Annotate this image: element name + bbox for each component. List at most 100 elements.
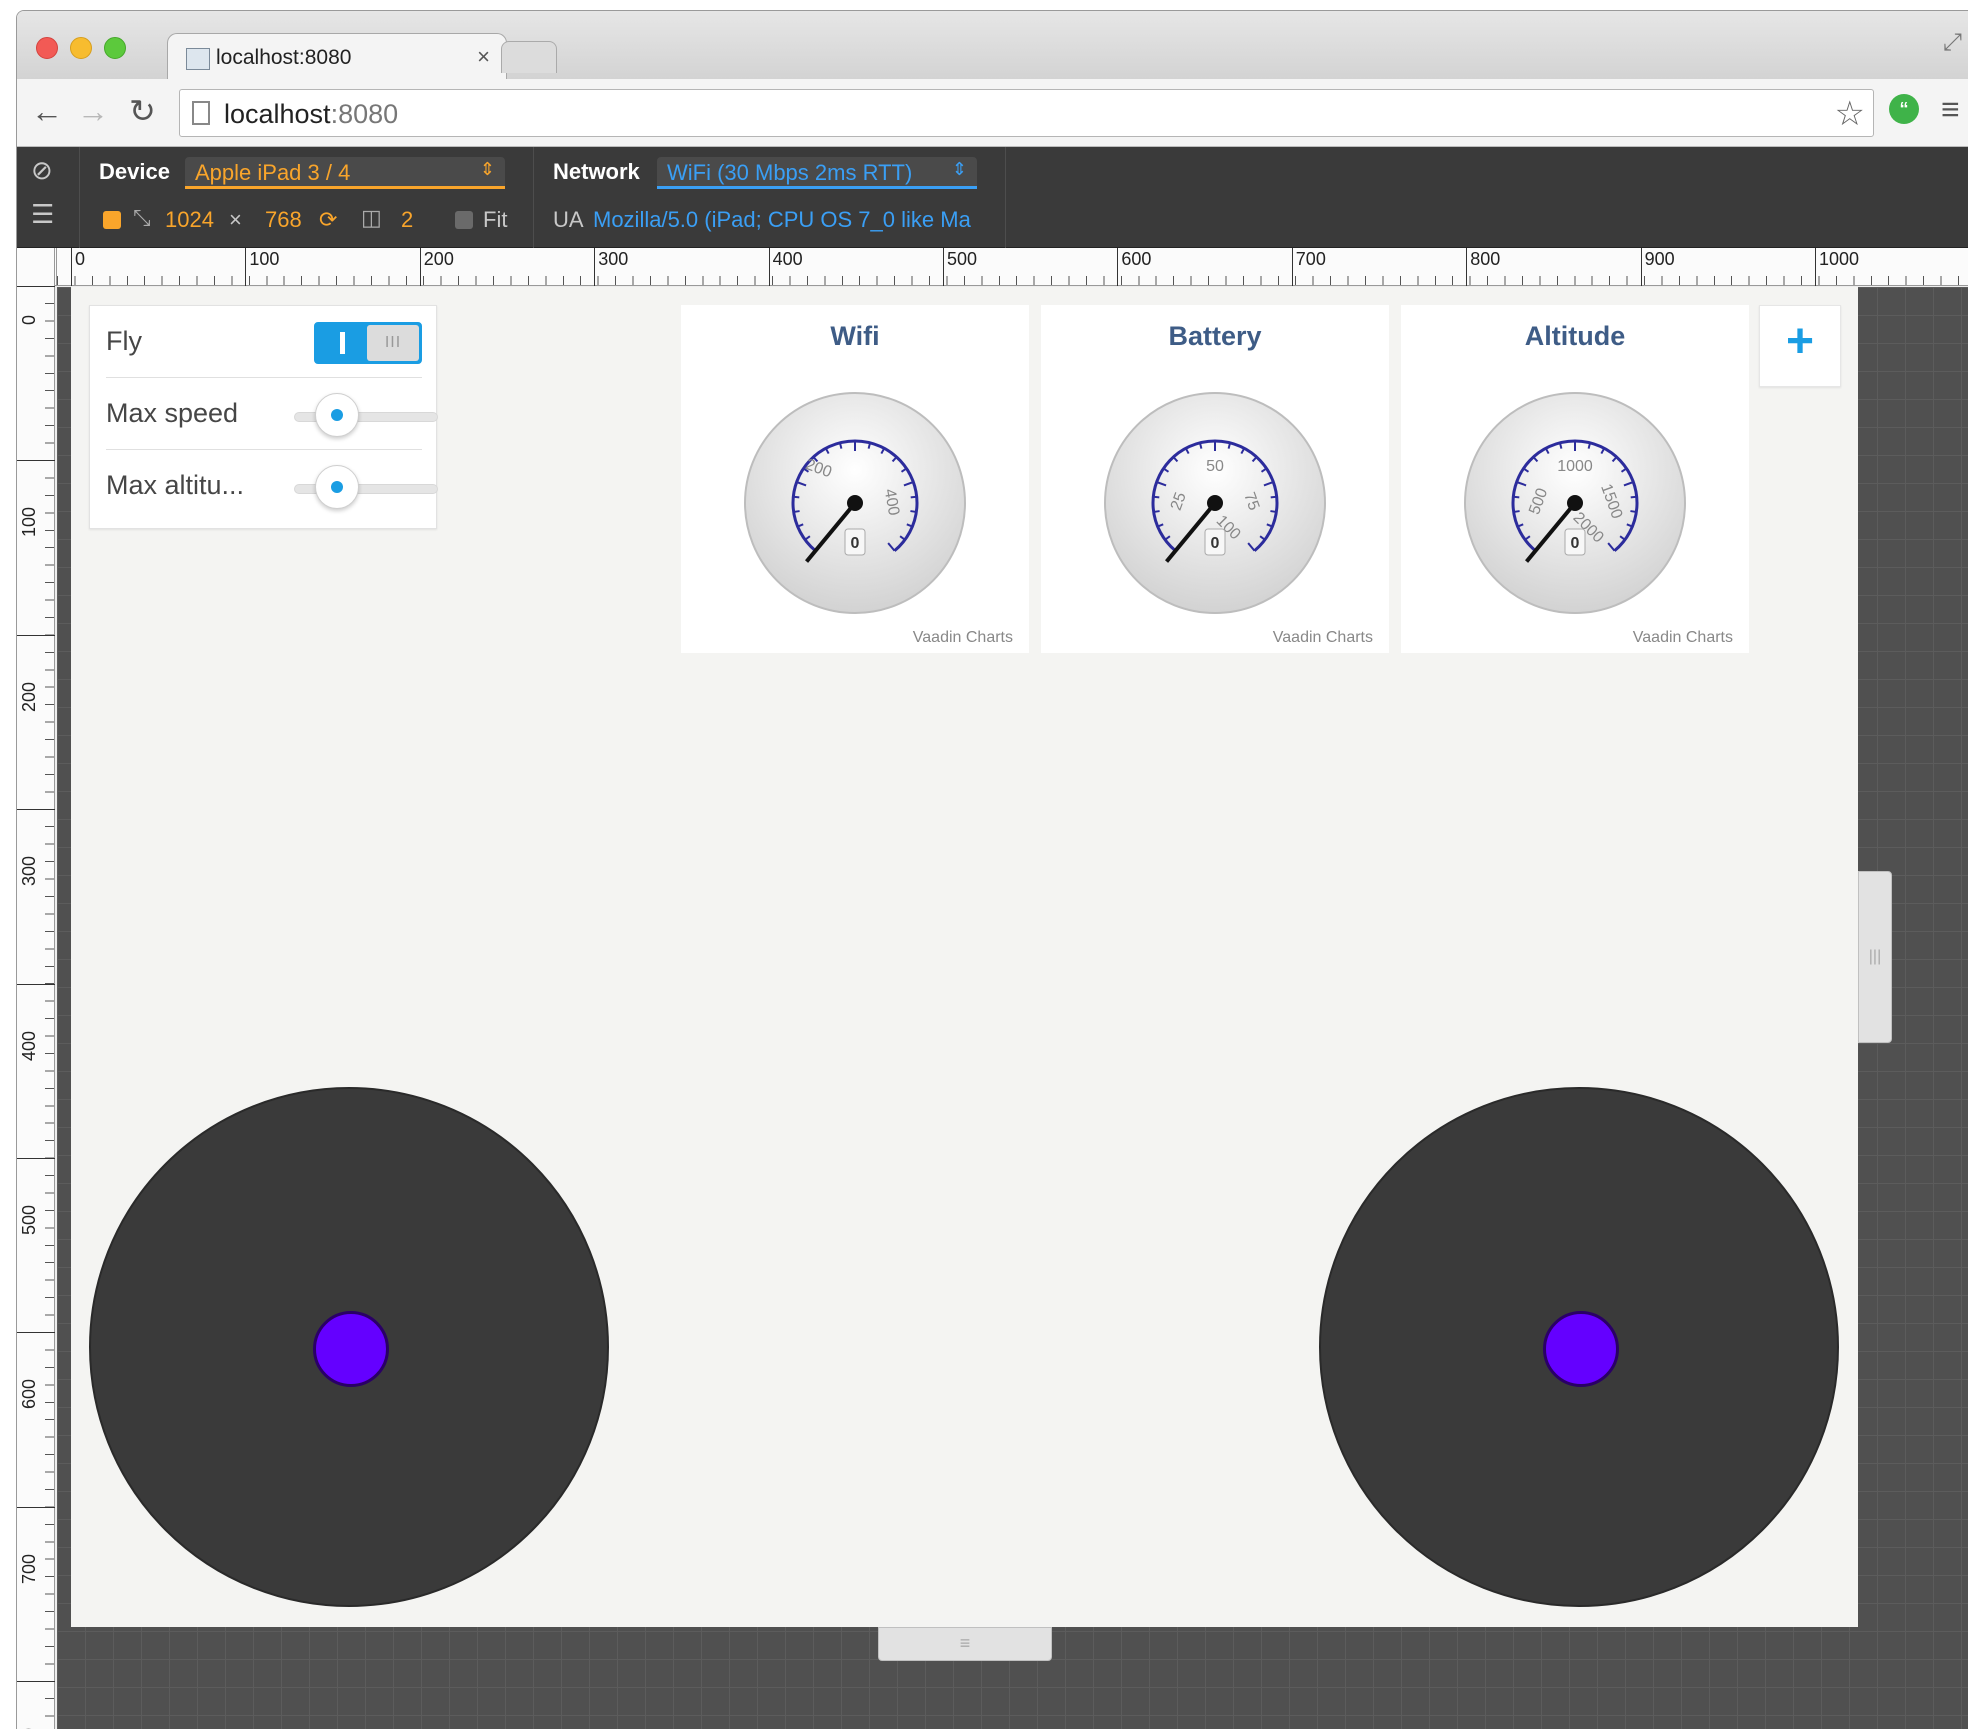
- address-bar[interactable]: localhost:8080 ☆: [179, 89, 1874, 137]
- max-altitude-row: Max altitu...: [106, 450, 438, 522]
- ruler-y-mark: 600: [17, 1332, 55, 1409]
- right-joystick[interactable]: [1319, 1087, 1839, 1607]
- gauge-tick-label: 1000: [1557, 458, 1593, 475]
- ruler-x-label: 600: [1117, 248, 1151, 286]
- fly-toggle[interactable]: III: [314, 322, 422, 364]
- max-altitude-slider-handle[interactable]: [315, 465, 360, 509]
- gauge-tick: [1270, 495, 1277, 499]
- gauge-tick: [1227, 442, 1232, 449]
- gauge-credit-link[interactable]: Vaadin Charts: [913, 629, 1013, 647]
- network-label: Network: [553, 159, 640, 184]
- left-joystick[interactable]: [89, 1087, 609, 1607]
- gauge-card-2: Altitude 500 1000 1500 2000 0 Vaadin Charts: [1401, 305, 1749, 653]
- max-speed-label: Max speed: [106, 398, 239, 428]
- gauge-tick: [1153, 510, 1160, 513]
- device-select-value: Apple iPad 3 / 4: [195, 160, 351, 185]
- ruler-x-label: 100: [245, 248, 279, 286]
- ruler-y-label: 300: [19, 856, 39, 887]
- forward-arrow-icon[interactable]: →: [77, 93, 109, 129]
- gauge-tick: [1630, 495, 1637, 499]
- gauge-tick: [1558, 442, 1563, 449]
- fullscreen-icon[interactable]: ⤢: [1943, 29, 1962, 57]
- gauge-dial: 2550751000: [1104, 392, 1326, 614]
- drawer-toggle-icon[interactable]: ☰: [31, 199, 54, 230]
- max-speed-slider-handle[interactable]: [315, 393, 360, 437]
- user-agent-field[interactable]: Mozilla/5.0 (iPad; CPU OS 7_0 like Ma: [593, 207, 993, 233]
- divider: [533, 147, 534, 248]
- close-window-button[interactable]: [36, 37, 58, 59]
- gauge-tick: [1270, 510, 1277, 513]
- viewport-height-resize-handle[interactable]: ≡: [878, 1627, 1052, 1661]
- ruler-y-label: 0: [19, 315, 39, 326]
- horizontal-ruler: 0 100 200 300 400 500 600 700 800 900 1000: [57, 248, 1968, 286]
- ruler-x-label: 700: [1291, 248, 1326, 286]
- minimize-window-button[interactable]: [70, 37, 92, 59]
- tab-title: localhost:8080: [216, 46, 352, 69]
- ruler-x-label: 800: [1466, 248, 1500, 286]
- gauge-tick: [1630, 510, 1637, 513]
- ruler-x-label: 0: [71, 248, 85, 286]
- ruler-x-label: 400: [768, 248, 803, 286]
- fit-label: Fit: [483, 207, 508, 232]
- device-select[interactable]: Apple iPad 3 / 4 ⇕: [185, 157, 505, 189]
- gauge-credit-link[interactable]: Vaadin Charts: [1633, 629, 1733, 647]
- divider: [79, 147, 80, 248]
- fit-checkbox[interactable]: [455, 211, 473, 229]
- ruler-y-label: 100: [19, 507, 39, 538]
- gauge-tick: [1587, 442, 1592, 449]
- bookmark-star-icon[interactable]: ☆: [1835, 94, 1865, 134]
- gauge-hub: [1207, 495, 1223, 511]
- ruler-y-label: 400: [19, 1030, 39, 1061]
- device-emulation-bar: ⊘ ☰ Device Apple iPad 3 / 4 ⇕ ⤡ 1024 × 7…: [17, 147, 1968, 248]
- maximize-window-button[interactable]: [104, 37, 126, 59]
- toggle-thumb: III: [367, 325, 419, 361]
- gauge-tick: [1513, 510, 1520, 513]
- settings-panel: Fly III Max speed Max altitu...: [89, 305, 438, 529]
- tab-bar: localhost:8080 × ⤢: [17, 11, 1968, 81]
- times-sign: ×: [229, 207, 242, 232]
- new-tab-button[interactable]: [501, 41, 557, 73]
- gauge-tick: [1513, 495, 1520, 499]
- gauge-tick: [793, 495, 800, 499]
- viewport-width-resize-handle[interactable]: |||: [1858, 871, 1892, 1043]
- network-select[interactable]: WiFi (30 Mbps 2ms RTT) ⇕: [657, 157, 977, 189]
- url-port: :8080: [330, 99, 399, 129]
- device-pixel-ratio-icon: ◫: [361, 205, 382, 230]
- gauge-card-1: Battery 25 50 75 100 0 Vaadin Charts: [1041, 305, 1389, 653]
- gauge-tick-label: 50: [1206, 458, 1224, 475]
- ruler-y-mark: 300: [17, 809, 55, 886]
- ruler-x-label: 900: [1640, 248, 1675, 286]
- right-joystick-knob[interactable]: [1543, 1311, 1619, 1387]
- width-value[interactable]: 1024: [165, 207, 214, 233]
- height-value[interactable]: 768: [265, 207, 302, 233]
- url-host: localhost: [224, 99, 331, 129]
- left-joystick-knob[interactable]: [313, 1311, 389, 1387]
- extension-icon[interactable]: “: [1889, 94, 1919, 124]
- back-arrow-icon[interactable]: ←: [31, 93, 63, 129]
- ruler-y-label: 700: [19, 1553, 39, 1584]
- ruler-y-mark: 0: [17, 286, 55, 325]
- tab-close-icon[interactable]: ×: [477, 44, 490, 70]
- add-gauge-button[interactable]: +: [1759, 305, 1841, 387]
- resolution-checkbox[interactable]: [103, 211, 121, 229]
- gauge-tick: [867, 442, 872, 449]
- gauge-value: 0: [1211, 535, 1220, 552]
- gauge-card-0: Wifi 200 400 0 Vaadin Charts: [681, 305, 1029, 653]
- swap-dimensions-icon[interactable]: ⟳: [319, 207, 337, 233]
- gauge-value: 0: [1571, 535, 1580, 552]
- fly-label: Fly: [106, 326, 142, 356]
- disable-emulation-icon[interactable]: ⊘: [31, 155, 53, 186]
- ruler-y-mark: 200: [17, 634, 55, 712]
- browser-window: localhost:8080 × ⤢ ← → ↻ localhost:8080 …: [16, 10, 1968, 1729]
- max-altitude-label: Max altitu...: [106, 470, 245, 500]
- scale-value[interactable]: 2: [401, 207, 413, 233]
- gauge-dial: 2004000: [744, 392, 966, 614]
- gauge-credit-link[interactable]: Vaadin Charts: [1273, 629, 1373, 647]
- ruler-x-label: 300: [594, 248, 628, 286]
- reload-icon[interactable]: ↻: [129, 93, 156, 129]
- gauge-title: Altitude: [1524, 321, 1626, 351]
- gauge-title: Battery: [1168, 321, 1262, 351]
- menu-icon[interactable]: ≡: [1941, 91, 1960, 128]
- tab-localhost[interactable]: localhost:8080 ×: [167, 33, 507, 81]
- dimensions-icon: ⤡: [133, 205, 151, 230]
